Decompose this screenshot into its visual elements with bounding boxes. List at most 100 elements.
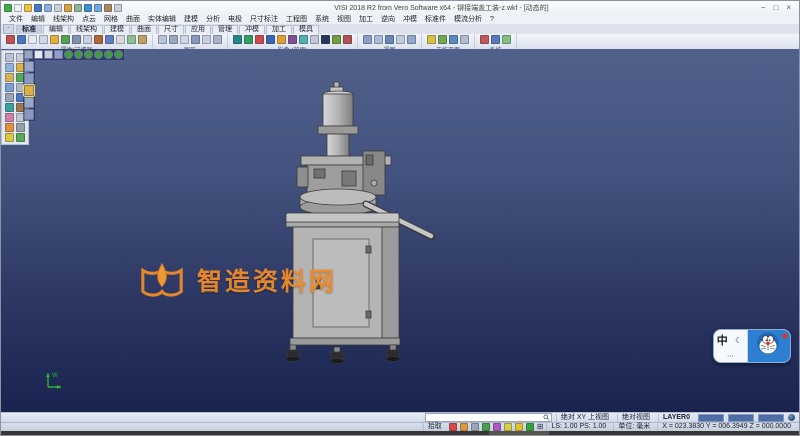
ime-menu-icon[interactable]: ⋯ bbox=[727, 352, 734, 360]
ribbon-tab-7[interactable]: 管理 bbox=[212, 25, 238, 34]
filter-dimension-icon[interactable] bbox=[105, 35, 114, 44]
menu-item-17[interactable]: 标准件 bbox=[421, 14, 450, 24]
menu-item-8[interactable]: 分析 bbox=[202, 14, 224, 24]
save-all-icon[interactable] bbox=[44, 4, 52, 12]
layer-select-icon[interactable] bbox=[28, 35, 37, 44]
snap-entity-icon[interactable] bbox=[449, 423, 457, 431]
zoom-window-icon[interactable] bbox=[374, 35, 383, 44]
ime-halfwidth-icon[interactable]: ☾ bbox=[735, 336, 742, 345]
ribbon-tab-9[interactable]: 加工 bbox=[266, 25, 292, 34]
ribbon-tab-2[interactable]: 线架构 bbox=[70, 25, 103, 34]
construction-mode-icon[interactable] bbox=[504, 423, 512, 431]
menu-item-19[interactable]: ? bbox=[486, 16, 498, 23]
menu-item-16[interactable]: 冲模 bbox=[399, 14, 421, 24]
new-document-icon[interactable] bbox=[14, 4, 22, 12]
app-logo-icon[interactable] bbox=[4, 4, 12, 12]
line-type-icon[interactable] bbox=[17, 35, 26, 44]
material-icon[interactable] bbox=[255, 35, 264, 44]
rotate-tool-icon[interactable] bbox=[16, 123, 25, 132]
chamfer-tool-icon[interactable] bbox=[5, 113, 14, 122]
save-icon[interactable] bbox=[34, 4, 42, 12]
move-tool-icon[interactable] bbox=[5, 123, 14, 132]
filter-point-icon[interactable] bbox=[50, 35, 59, 44]
snap-mid-icon[interactable] bbox=[471, 423, 479, 431]
menu-item-7[interactable]: 建模 bbox=[180, 14, 202, 24]
selection-filter-icon[interactable] bbox=[116, 35, 125, 44]
snap-quadrant-icon[interactable] bbox=[493, 423, 501, 431]
side-tool-4-icon[interactable] bbox=[24, 97, 34, 108]
environment-icon[interactable] bbox=[321, 35, 330, 44]
machine-head[interactable] bbox=[297, 82, 391, 195]
open-document-icon[interactable] bbox=[24, 4, 32, 12]
ribbon-tab-8[interactable]: 冲模 bbox=[239, 25, 265, 34]
machine-cabinet[interactable] bbox=[286, 213, 400, 345]
background-icon[interactable] bbox=[277, 35, 286, 44]
shaded-top-view-icon[interactable] bbox=[64, 50, 73, 59]
rotation-center-icon[interactable] bbox=[515, 423, 523, 431]
texture-icon[interactable] bbox=[310, 35, 319, 44]
shaded-left-view-icon[interactable] bbox=[104, 50, 113, 59]
grid-toggle-icon[interactable]: ⊞ bbox=[537, 423, 544, 431]
menu-item-0[interactable]: 文件 bbox=[5, 14, 27, 24]
tab-overflow-button[interactable]: - bbox=[3, 24, 14, 34]
dynamic-rotate-icon[interactable] bbox=[44, 50, 53, 59]
minimize-button[interactable]: − bbox=[761, 4, 766, 12]
menu-item-18[interactable]: 模流分析 bbox=[450, 14, 486, 24]
view-reference-indicator[interactable]: 绝对视图 bbox=[617, 414, 654, 422]
print-icon[interactable] bbox=[54, 4, 62, 12]
active-layer-indicator[interactable]: LAYER0 bbox=[658, 414, 694, 422]
filter-line-icon[interactable] bbox=[61, 35, 70, 44]
point-tool-icon[interactable] bbox=[5, 63, 14, 72]
menu-item-2[interactable]: 线架构 bbox=[49, 14, 78, 24]
workplane-rotate-icon[interactable] bbox=[449, 35, 458, 44]
shaded-front-view-icon[interactable] bbox=[74, 50, 83, 59]
shaded-iso-view-icon[interactable] bbox=[114, 50, 123, 59]
section-view-icon[interactable] bbox=[288, 35, 297, 44]
search-input[interactable] bbox=[425, 413, 552, 422]
ime-language-indicator[interactable]: 中 bbox=[717, 332, 728, 348]
undo-icon[interactable] bbox=[84, 4, 92, 12]
ribbon-tab-0[interactable]: 标准 bbox=[16, 25, 42, 34]
workplane-reset-icon[interactable] bbox=[460, 35, 469, 44]
menu-item-9[interactable]: 电极 bbox=[224, 14, 246, 24]
snap-keypoint-icon[interactable] bbox=[460, 423, 468, 431]
database-icon[interactable] bbox=[491, 35, 500, 44]
menu-item-1[interactable]: 编辑 bbox=[27, 14, 49, 24]
property-editor-icon[interactable] bbox=[138, 35, 147, 44]
menu-item-4[interactable]: 网格 bbox=[100, 14, 122, 24]
menu-item-11[interactable]: 工程图 bbox=[282, 14, 311, 24]
light-icon[interactable] bbox=[266, 35, 275, 44]
quick-filter-icon[interactable] bbox=[127, 35, 136, 44]
menu-item-13[interactable]: 视图 bbox=[333, 14, 355, 24]
effects-icon[interactable] bbox=[343, 35, 352, 44]
workplane-xy-icon[interactable] bbox=[427, 35, 436, 44]
ribbon-tab-4[interactable]: 曲面 bbox=[131, 25, 157, 34]
ribbon-tab-5[interactable]: 尺寸 bbox=[158, 25, 184, 34]
axonometric-view-icon[interactable] bbox=[54, 50, 63, 59]
ribbon-tab-6[interactable]: 应用 bbox=[185, 25, 211, 34]
shaded-display-icon[interactable] bbox=[169, 35, 178, 44]
previous-view-icon[interactable] bbox=[407, 35, 416, 44]
shadow-icon[interactable] bbox=[332, 35, 341, 44]
snap-center-icon[interactable] bbox=[482, 423, 490, 431]
export-icon[interactable] bbox=[74, 4, 82, 12]
display-list-icon[interactable] bbox=[24, 50, 33, 59]
regenerate-icon[interactable] bbox=[213, 35, 222, 44]
filter-text-icon[interactable] bbox=[94, 35, 103, 44]
extend-tool-icon[interactable] bbox=[5, 103, 14, 112]
render-mode-icon[interactable] bbox=[233, 35, 242, 44]
measure-tool-icon[interactable] bbox=[16, 133, 25, 142]
color-attribute-icon[interactable] bbox=[6, 35, 15, 44]
flat-display-icon[interactable] bbox=[34, 50, 43, 59]
side-tool-2-icon[interactable] bbox=[24, 73, 34, 84]
side-tool-1-icon[interactable] bbox=[24, 61, 34, 72]
stamp-icon[interactable] bbox=[104, 4, 112, 12]
wireframe-display-icon[interactable] bbox=[158, 35, 167, 44]
3d-viewport[interactable]: 智造资料网 W 中 ☾ ⋯ bbox=[1, 49, 799, 412]
select-tool-icon[interactable] bbox=[5, 53, 14, 62]
maximize-button[interactable]: □ bbox=[773, 4, 778, 12]
help-tool-icon[interactable] bbox=[502, 35, 511, 44]
offset-tool-icon[interactable] bbox=[5, 93, 14, 102]
workplane-indicator-icon[interactable] bbox=[526, 423, 534, 431]
system-settings-icon[interactable] bbox=[480, 35, 489, 44]
